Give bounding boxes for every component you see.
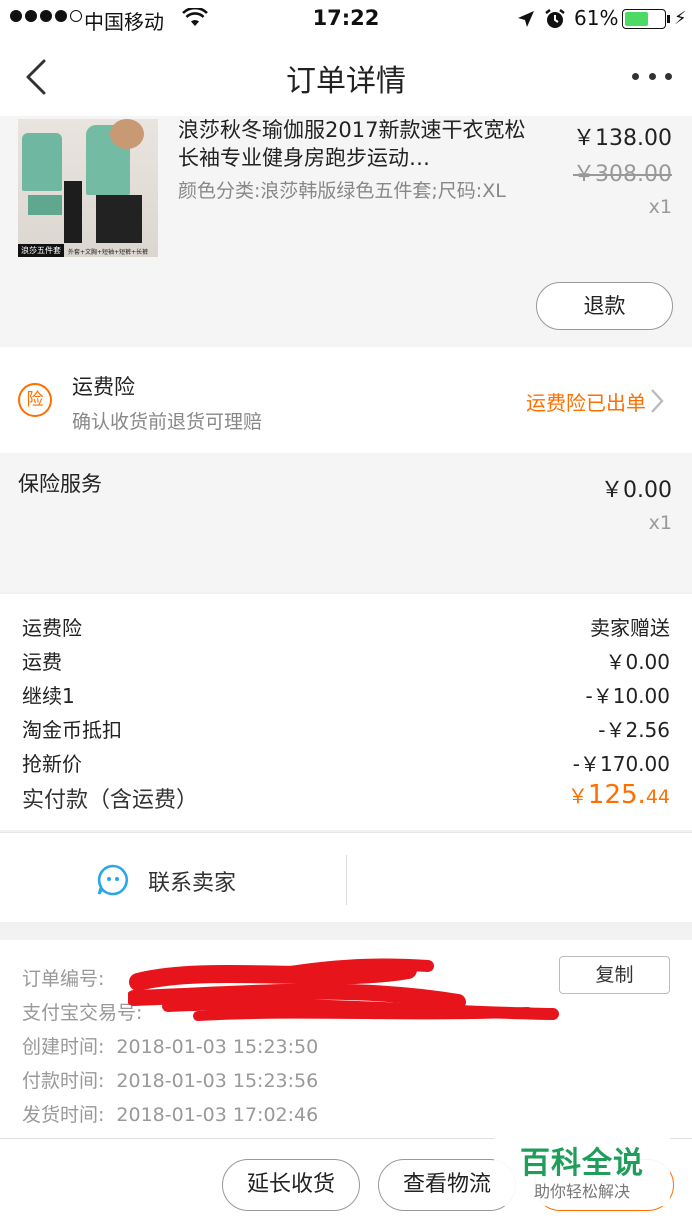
summary-label: 抢新价 [22,752,82,776]
total-decimal: 44 [645,786,670,808]
shipped-time-line: 发货时间: 2018-01-03 17:02:46 [22,1100,318,1127]
nav-bar: 订单详情 [0,38,692,116]
shipped-time-label: 发货时间: [22,1104,105,1126]
summary-row: 继续1 -￥10.00 [22,676,670,710]
summary-value: 卖家赠送 [590,616,670,640]
product-price: ￥138.00 [573,126,672,151]
battery-percent: 61% [574,6,619,30]
product-name[interactable]: 浪莎秋冬瑜伽服2017新款速干衣宽松长袖专业健身房跑步运动… [178,116,540,172]
insurance-service-item: 保险服务 ￥0.00 x1 [0,454,692,592]
alipay-number-line: 支付宝交易号: [22,998,142,1025]
battery-level [625,12,649,26]
alarm-clock-icon [545,9,565,28]
product-sku: 颜色分类:浪莎韩版绿色五件套;尺码:XL [178,180,506,202]
summary-value: ￥0.00 [605,650,670,674]
charging-bolt-icon: ⚡ [674,8,687,29]
summary-value: -￥170.00 [572,752,670,776]
contact-bar: 联系卖家 [0,832,692,922]
created-time-label: 创建时间: [22,1036,105,1058]
service-label: 保险服务 [18,472,102,496]
order-number-line: 订单编号: [22,964,104,991]
contact-seller-button[interactable]: 联系卖家 [148,865,236,897]
summary-label: 运费险 [22,616,82,640]
order-number-label: 订单编号: [22,968,105,990]
shipping-insurance-row[interactable]: 险 运费险 确认收货前退货可理赔 运费险已出单 [0,347,692,453]
product-thumbnail[interactable]: 浪莎五件套 外套+文胸+短袖+短裤+长裤 [18,119,158,257]
copy-button[interactable]: 复制 [559,956,670,994]
watermark-sub: 助你轻松解决 [533,1182,630,1201]
paid-time-value: 2018-01-03 15:23:56 [116,1070,319,1092]
summary-row: 淘金币抵扣 -￥2.56 [22,710,670,744]
watermark-logo: 百科全说 助你轻松解决 [494,1136,670,1206]
summary-row: 运费险 卖家赠送 [22,608,670,642]
summary-value: -￥2.56 [598,718,670,742]
product-original-price: ￥308.00 [573,162,672,187]
summary-row: 抢新价 -￥170.00 [22,744,670,778]
summary-label: 继续1 [22,684,75,708]
status-bar: 中国移动 17:22 61% ⚡ [0,0,692,38]
total-amount: ￥125.44 [568,780,670,810]
summary-row: 运费 ￥0.00 [22,642,670,676]
refund-button[interactable]: 退款 [536,282,673,330]
created-time-value: 2018-01-03 15:23:50 [116,1036,319,1058]
extend-receipt-button[interactable]: 延长收货 [222,1159,360,1211]
chevron-right-icon[interactable] [648,387,666,415]
total-row: 实付款（含运费） ￥125.44 [22,780,670,814]
insurance-status[interactable]: 运费险已出单 [480,387,646,416]
battery-tip [667,15,670,23]
created-time-line: 创建时间: 2018-01-03 15:23:50 [22,1032,318,1059]
more-options-icon[interactable] [632,73,672,83]
redaction-scribble [128,958,559,1021]
total-currency: ￥ [567,784,588,808]
price-summary: 运费险 卖家赠送 运费 ￥0.00 继续1 -￥10.00 淘金币抵扣 -￥2.… [0,594,692,830]
total-integer: 125. [587,780,646,810]
shipped-time-value: 2018-01-03 17:02:46 [116,1104,319,1126]
paid-time-label: 付款时间: [22,1070,105,1092]
insurance-title: 运费险 [72,375,135,399]
summary-value: -￥10.00 [585,684,670,708]
order-info: 订单编号: 支付宝交易号: 创建时间: 2018-01-03 15:23:50 付… [0,940,692,1138]
location-arrow-icon [518,11,534,27]
service-quantity: x1 [648,512,672,534]
product-quantity: x1 [648,196,672,218]
battery-icon [622,9,666,29]
divider [346,855,347,905]
summary-label: 运费 [22,650,62,674]
insurance-subtitle: 确认收货前退货可理赔 [72,411,263,433]
thumbnail-caption: 外套+文胸+短袖+短裤+长裤 [68,249,149,256]
paid-time-line: 付款时间: 2018-01-03 15:23:56 [22,1066,318,1093]
page-title: 订单详情 [286,64,406,99]
alipay-number-label: 支付宝交易号: [22,1002,143,1024]
chat-bubble-icon[interactable] [96,863,130,897]
watermark-main: 百科全说 [520,1146,644,1181]
summary-label: 淘金币抵扣 [22,718,122,742]
thumbnail-tag: 浪莎五件套 [18,244,64,257]
total-label: 实付款（含运费） [22,788,199,813]
product-item[interactable]: 浪莎五件套 外套+文胸+短袖+短裤+长裤 浪莎秋冬瑜伽服2017新款速干衣宽松长… [0,116,692,346]
insurance-icon: 险 [18,383,52,417]
service-price: ￥0.00 [601,478,672,503]
